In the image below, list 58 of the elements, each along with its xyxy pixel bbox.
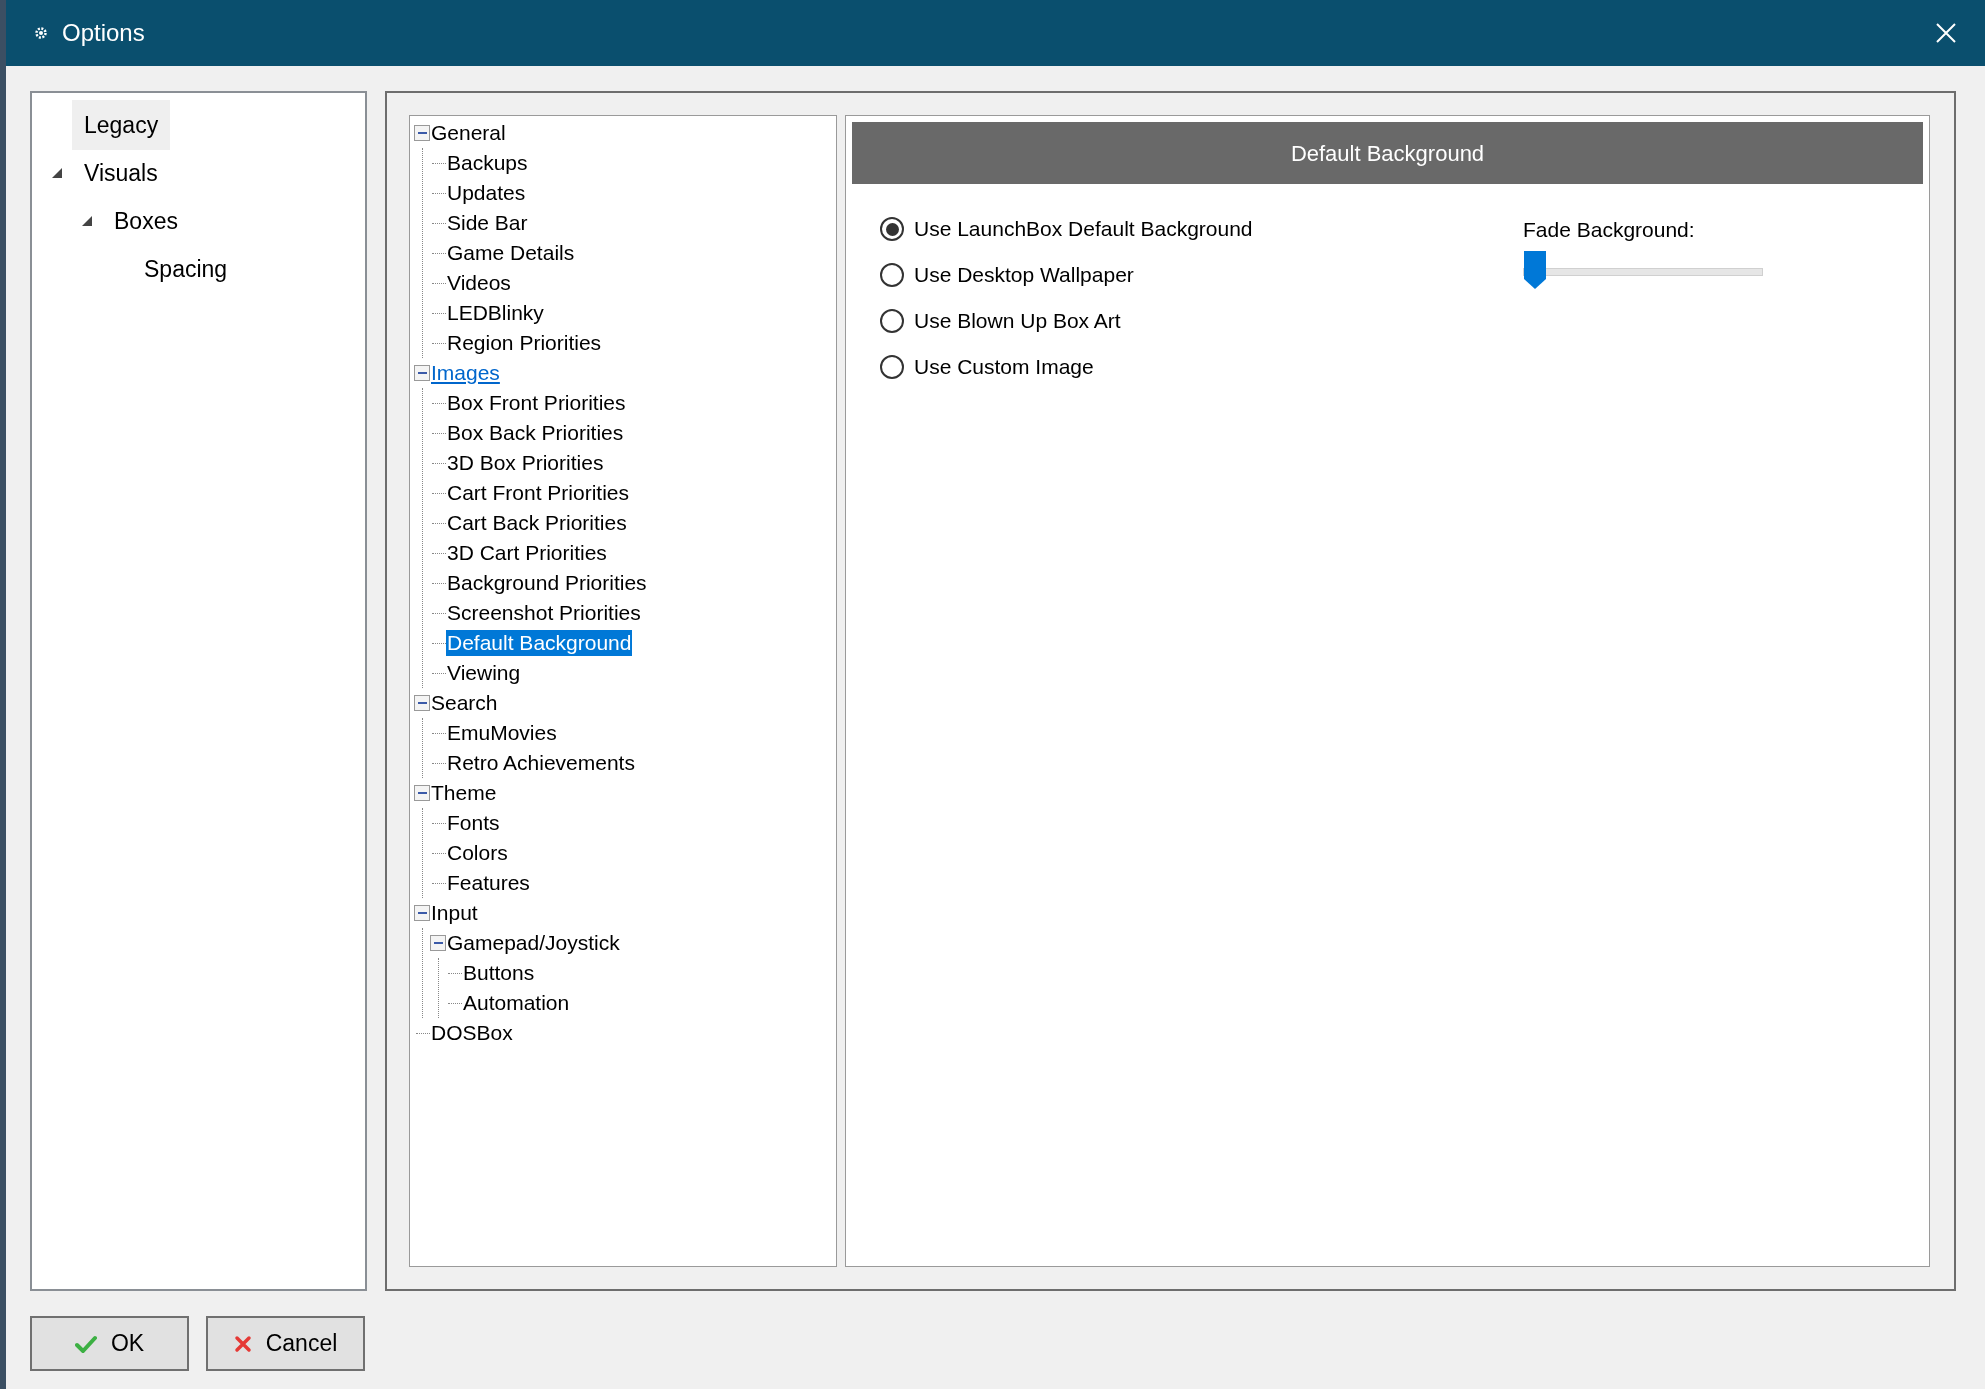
tree-item[interactable]: Features — [446, 870, 531, 896]
tree-item[interactable]: Box Front Priorities — [446, 390, 627, 416]
tree-item[interactable]: LEDBlinky — [446, 300, 545, 326]
tree-item[interactable]: Default Background — [446, 630, 633, 656]
expanded-triangle-icon[interactable] — [81, 215, 93, 227]
close-icon[interactable] — [1935, 22, 1957, 44]
gear-icon — [34, 26, 48, 40]
tree-item[interactable]: Game Details — [446, 240, 576, 266]
tree-item[interactable]: Gamepad/Joystick — [446, 930, 621, 956]
tree-item[interactable]: General — [430, 120, 507, 146]
radio-label[interactable]: Use Desktop Wallpaper — [914, 259, 1134, 291]
close-icon — [233, 1334, 252, 1353]
radio-button[interactable] — [880, 217, 904, 241]
tree-item[interactable]: Search — [430, 690, 499, 716]
tree-item[interactable]: Backups — [446, 150, 529, 176]
tree-item[interactable]: Cart Back Priorities — [446, 510, 628, 536]
tree-item[interactable]: Screenshot Priorities — [446, 600, 642, 626]
collapse-box-icon[interactable] — [414, 695, 430, 711]
collapse-box-icon[interactable] — [414, 785, 430, 801]
tree-item[interactable]: Videos — [446, 270, 512, 296]
tree-item[interactable]: Theme — [430, 780, 498, 806]
collapse-box-icon[interactable] — [414, 125, 430, 141]
tree-item[interactable]: Retro Achievements — [446, 750, 636, 776]
tree-item[interactable]: DOSBox — [430, 1020, 514, 1046]
tree-item[interactable]: 3D Box Priorities — [446, 450, 605, 476]
slider-thumb[interactable] — [1524, 250, 1546, 289]
tree-item[interactable]: Colors — [446, 840, 509, 866]
tree-item[interactable]: Box Back Priorities — [446, 420, 625, 446]
radio-label[interactable]: Use LaunchBox Default Background — [914, 213, 1253, 245]
collapse-box-icon[interactable] — [414, 365, 430, 381]
tree-item[interactable]: Images — [430, 360, 501, 386]
section-header: Default Background — [852, 122, 1923, 184]
collapse-box-icon[interactable] — [430, 935, 446, 951]
radio-label[interactable]: Use Blown Up Box Art — [914, 305, 1121, 337]
radio-label[interactable]: Use Custom Image — [914, 351, 1094, 383]
window-title: Options — [62, 18, 145, 48]
radio-button[interactable] — [880, 263, 904, 287]
collapse-box-icon[interactable] — [414, 905, 430, 921]
tree-item[interactable]: Updates — [446, 180, 527, 206]
nav-item[interactable]: Legacy — [72, 99, 171, 151]
tree-item[interactable]: 3D Cart Priorities — [446, 540, 608, 566]
tree-item[interactable]: Viewing — [446, 660, 522, 686]
radio-button[interactable] — [880, 309, 904, 333]
tree-item[interactable]: Automation — [462, 990, 571, 1016]
tree-item[interactable]: Input — [430, 900, 479, 926]
checkmark-icon — [74, 1334, 97, 1353]
tree-item[interactable]: Region Priorities — [446, 330, 603, 356]
tree-item[interactable]: Side Bar — [446, 210, 529, 236]
tree-item[interactable]: Background Priorities — [446, 570, 648, 596]
expanded-triangle-icon[interactable] — [51, 167, 63, 179]
tree-item[interactable]: Cart Front Priorities — [446, 480, 631, 506]
slider-label: Fade Background: — [1523, 217, 1696, 243]
tree-item[interactable]: Buttons — [462, 960, 536, 986]
radio-button[interactable] — [880, 355, 904, 379]
tree-item[interactable]: Fonts — [446, 810, 501, 836]
tree-item[interactable]: EmuMovies — [446, 720, 558, 746]
cancel-button[interactable]: Cancel — [206, 1316, 365, 1371]
ok-button[interactable]: OK — [30, 1316, 189, 1371]
